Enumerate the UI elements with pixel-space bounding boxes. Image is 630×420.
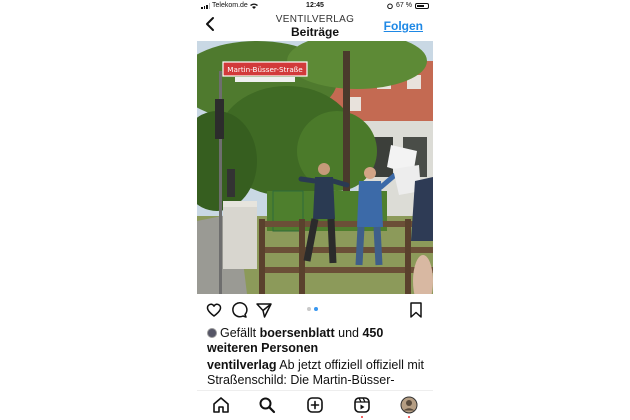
street-sign-text: Martin-Büsser-Straße <box>227 65 303 74</box>
carousel-dot <box>307 307 311 311</box>
status-bar: Telekom.de 12:45 67 % <box>197 0 433 12</box>
create-icon[interactable] <box>306 396 324 414</box>
share-icon[interactable] <box>255 301 273 319</box>
battery-percent: 67 % <box>396 2 412 9</box>
carousel-indicator <box>307 307 318 311</box>
utility-box <box>223 205 257 269</box>
post-actions <box>197 296 433 324</box>
comment-icon[interactable] <box>230 301 248 319</box>
post-caption: ventilverlag Ab jetzt offiziell offiziel… <box>207 358 429 388</box>
others-count[interactable]: 450 <box>362 326 383 340</box>
status-right: 67 % <box>387 2 429 9</box>
others-text[interactable]: weiteren Personen <box>207 341 318 355</box>
likes-prefix: Gefällt <box>220 326 257 340</box>
traffic-sign <box>215 99 224 139</box>
profile-icon[interactable] <box>400 396 418 414</box>
bookmark-icon[interactable] <box>407 301 425 319</box>
search-icon[interactable] <box>258 396 276 414</box>
reels-icon[interactable] <box>353 396 371 414</box>
heart-icon[interactable] <box>205 301 223 319</box>
liked-by-user[interactable]: boersenblatt <box>260 326 335 340</box>
likes-summary[interactable]: Gefällt boersenblatt und 450 weiteren Pe… <box>207 326 427 356</box>
battery-icon <box>415 2 429 9</box>
bottom-tab-bar <box>197 390 433 420</box>
home-icon[interactable] <box>212 396 230 414</box>
navigation-bar: VENTILVERLAG Beiträge Folgen <box>197 12 433 40</box>
caption-username[interactable]: ventilverlag <box>207 358 276 372</box>
follow-button[interactable]: Folgen <box>384 19 423 33</box>
liker-avatar <box>207 328 217 338</box>
carousel-dot-active <box>314 307 318 311</box>
likes-connector: und <box>338 326 359 340</box>
post-image[interactable]: Martin-Büsser-Straße <box>197 41 433 294</box>
instagram-post-screen: Telekom.de 12:45 67 % VENTILVERLAG Beitr… <box>197 0 433 420</box>
alarm-icon <box>387 3 393 9</box>
profile-notification-dot <box>408 416 410 418</box>
reels-notification-dot <box>361 416 363 418</box>
post-photo-scene: Martin-Büsser-Straße <box>197 41 433 294</box>
